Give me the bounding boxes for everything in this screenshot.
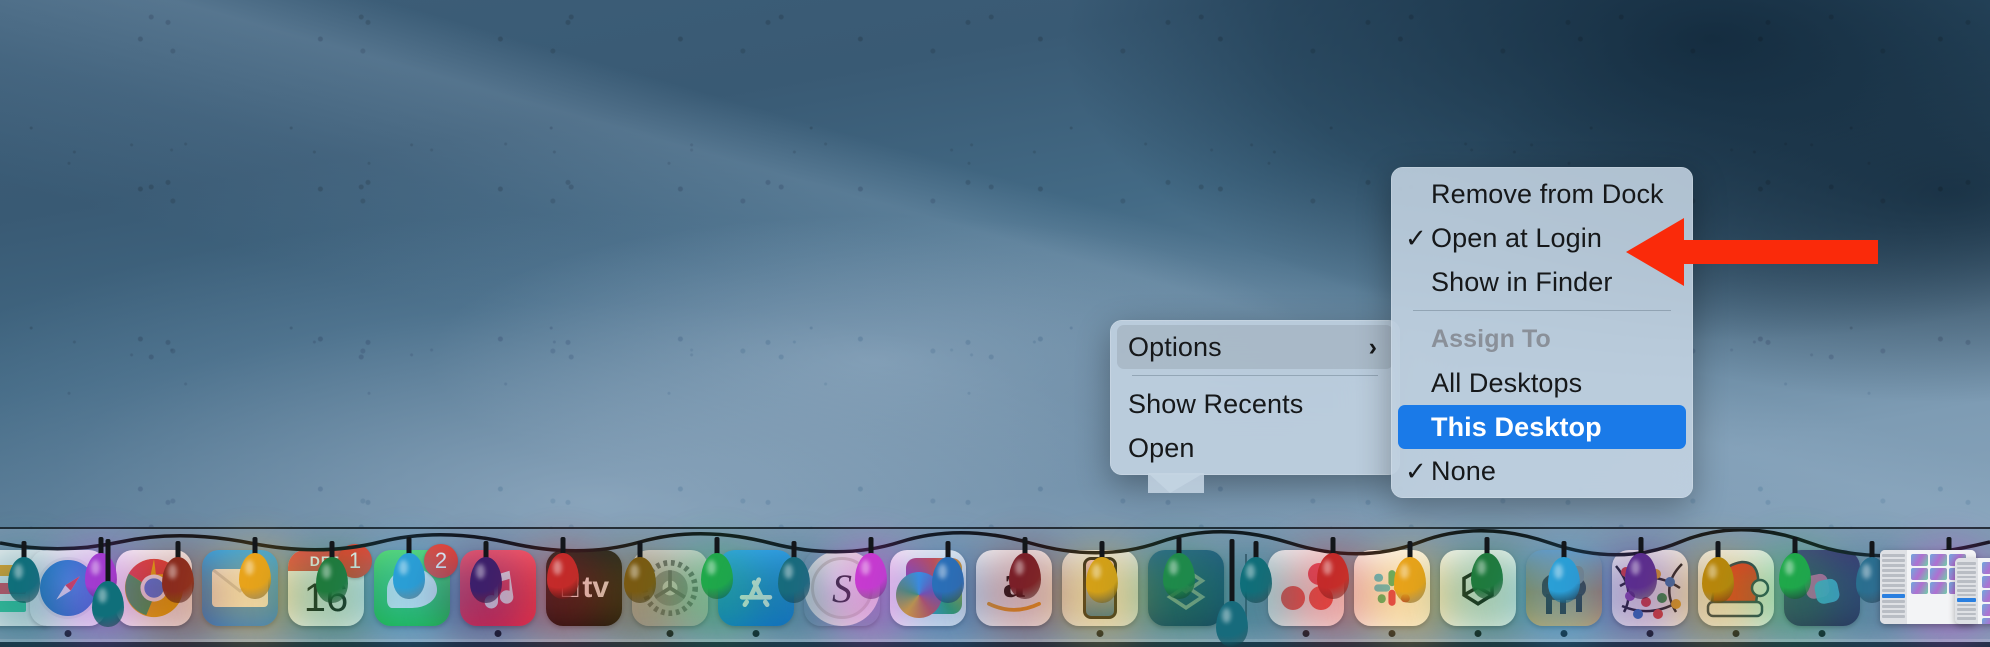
submenu-section-header-assign-to-label: Assign To — [1431, 325, 1677, 354]
macos-dock[interactable]: DEC 161 2 tv S a — [0, 527, 1990, 642]
submenu-separator — [1413, 310, 1671, 311]
menu-pointer-tail — [1148, 473, 1204, 493]
red-arrow-pointer — [1626, 216, 1878, 288]
minimized-window-preferences[interactable] — [1955, 558, 1990, 624]
checkmark-icon-open-at-login: ✓ — [1405, 225, 1431, 251]
submenu-item-all-desktops[interactable]: All Desktops — [1391, 361, 1693, 405]
menu-item-options[interactable]: Options › — [1117, 325, 1393, 369]
dock-icon-context-menu: Options › Show Recents Open — [1110, 320, 1400, 475]
menu-item-options-label: Options — [1128, 332, 1369, 363]
menu-item-open-label: Open — [1128, 433, 1384, 464]
submenu-item-none[interactable]: ✓ None — [1391, 449, 1693, 493]
submenu-item-all-desktops-label: All Desktops — [1431, 368, 1677, 399]
submenu-section-header-assign-to: Assign To — [1391, 317, 1693, 361]
checkmark-icon-none: ✓ — [1405, 458, 1431, 484]
submenu-item-this-desktop[interactable]: This Desktop — [1398, 405, 1686, 449]
submenu-item-remove-from-dock-label: Remove from Dock — [1431, 179, 1677, 210]
menu-item-open[interactable]: Open — [1110, 426, 1400, 470]
chevron-right-icon: › — [1369, 333, 1377, 362]
submenu-item-remove-from-dock[interactable]: Remove from Dock — [1391, 172, 1693, 216]
menu-item-show-recents[interactable]: Show Recents — [1110, 382, 1400, 426]
safari-running-indicator — [65, 630, 72, 637]
menu-item-show-recents-label: Show Recents — [1128, 389, 1384, 420]
app-store-running-indicator — [753, 630, 760, 637]
submenu-item-this-desktop-label: This Desktop — [1431, 412, 1670, 443]
submenu-item-none-label: None — [1431, 456, 1677, 487]
menu-separator — [1132, 375, 1378, 376]
